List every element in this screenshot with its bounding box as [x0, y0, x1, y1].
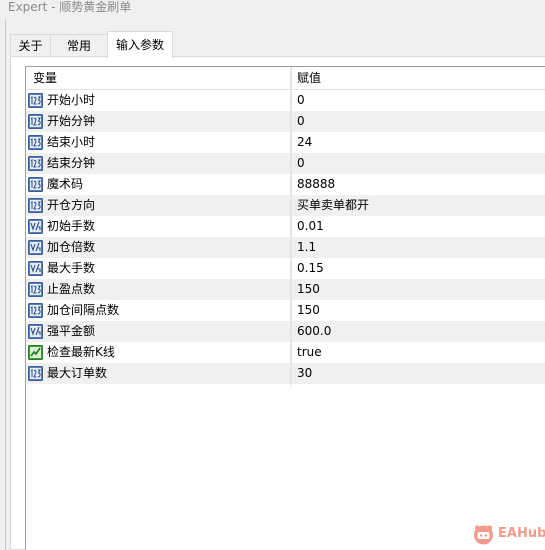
- integer-type-icon: [28, 366, 43, 381]
- double-type-icon: [28, 219, 43, 234]
- table-row[interactable]: 魔术码 88888: [26, 174, 545, 195]
- parameter-name: 加仓倍数: [47, 240, 96, 254]
- tab-common[interactable]: 常用: [50, 34, 108, 56]
- column-divider: [291, 67, 292, 387]
- parameter-name: 最大手数: [47, 261, 96, 275]
- integer-type-icon: [28, 93, 43, 108]
- tab-input-parameters[interactable]: 输入参数: [107, 31, 173, 58]
- table-row[interactable]: 强平金额 600.0: [26, 321, 545, 342]
- parameter-value[interactable]: 24: [291, 132, 545, 153]
- eahub-logo-icon: [474, 525, 493, 545]
- parameter-name-cell: 加仓倍数: [26, 237, 291, 258]
- integer-type-icon: [28, 282, 43, 297]
- parameter-name: 止盈点数: [47, 282, 96, 296]
- parameter-name-cell: 最大手数: [26, 258, 291, 279]
- parameter-name: 结束分钟: [47, 156, 96, 170]
- table-row[interactable]: 检查最新K线 true: [26, 342, 545, 363]
- table-row[interactable]: 加仓间隔点数 150: [26, 300, 545, 321]
- table-row[interactable]: 最大手数 0.15: [26, 258, 545, 279]
- parameter-name: 检查最新K线: [47, 345, 115, 359]
- parameter-name-cell: 强平金额: [26, 321, 291, 342]
- parameter-value[interactable]: 0.01: [291, 216, 545, 237]
- double-type-icon: [28, 261, 43, 276]
- parameter-name-cell: 结束小时: [26, 132, 291, 153]
- parameter-name-cell: 最大订单数: [26, 363, 291, 384]
- table-row[interactable]: 结束分钟 0: [26, 153, 545, 174]
- parameter-value[interactable]: 0: [291, 90, 545, 111]
- parameter-value[interactable]: 1.1: [291, 237, 545, 258]
- parameter-name-cell: 加仓间隔点数: [26, 300, 291, 321]
- table-row[interactable]: 开始分钟 0: [26, 111, 545, 132]
- table-row[interactable]: 最大订单数 30: [26, 363, 545, 384]
- window-frame-edge: [0, 20, 6, 550]
- parameter-name: 初始手数: [47, 219, 96, 233]
- watermark-text: EAHub: [498, 526, 545, 541]
- column-header-variable[interactable]: 变量: [26, 67, 291, 89]
- parameter-value[interactable]: 30: [291, 363, 545, 384]
- parameter-name-cell: 结束分钟: [26, 153, 291, 174]
- parameters-table[interactable]: 变量 赋值 开始小时 0 开始分钟 0 结束小时 24 结束分钟 0 魔术码 88888 开仓方向 买…: [25, 66, 545, 550]
- parameter-name-cell: 魔术码: [26, 174, 291, 195]
- expert-properties-window: Expert - 顺势黄金刷单 关于 常用 输入参数 变量 赋值 开始小时 0 开始…: [0, 0, 545, 550]
- parameter-name-cell: 开始小时: [26, 90, 291, 111]
- parameter-name: 结束小时: [47, 135, 96, 149]
- parameter-name-cell: 开始分钟: [26, 111, 291, 132]
- boolean-type-icon: [28, 345, 43, 360]
- integer-type-icon: [28, 135, 43, 150]
- parameter-name-cell: 止盈点数: [26, 279, 291, 300]
- double-type-icon: [28, 240, 43, 255]
- table-row[interactable]: 开始小时 0: [26, 90, 545, 111]
- parameter-name: 最大订单数: [47, 366, 108, 380]
- double-type-icon: [28, 324, 43, 339]
- parameter-name: 加仓间隔点数: [47, 303, 120, 317]
- parameter-name: 魔术码: [47, 177, 84, 191]
- parameter-value[interactable]: 88888: [291, 174, 545, 195]
- parameter-name: 开仓方向: [47, 198, 96, 212]
- integer-type-icon: [28, 114, 43, 129]
- integer-type-icon: [28, 156, 43, 171]
- parameter-name: 开始分钟: [47, 114, 96, 128]
- integer-type-icon: [28, 198, 43, 213]
- parameter-name: 开始小时: [47, 93, 96, 107]
- input-parameters-panel: 变量 赋值 开始小时 0 开始分钟 0 结束小时 24 结束分钟 0 魔术码 88888 开仓方向 买…: [10, 56, 545, 550]
- table-row[interactable]: 止盈点数 150: [26, 279, 545, 300]
- table-row[interactable]: 开仓方向 买单卖单都开: [26, 195, 545, 216]
- tab-about[interactable]: 关于: [10, 34, 51, 56]
- parameter-value[interactable]: 150: [291, 300, 545, 321]
- window-title: Expert - 顺势黄金刷单: [8, 0, 132, 14]
- parameter-value[interactable]: 买单卖单都开: [291, 195, 545, 216]
- integer-type-icon: [28, 303, 43, 318]
- parameter-name-cell: 开仓方向: [26, 195, 291, 216]
- table-row[interactable]: 初始手数 0.01: [26, 216, 545, 237]
- column-header-value[interactable]: 赋值: [291, 67, 545, 89]
- table-row[interactable]: 加仓倍数 1.1: [26, 237, 545, 258]
- table-header: 变量 赋值: [26, 67, 545, 90]
- parameter-name-cell: 初始手数: [26, 216, 291, 237]
- parameter-value[interactable]: 0.15: [291, 258, 545, 279]
- parameter-value[interactable]: 600.0: [291, 321, 545, 342]
- parameter-value[interactable]: true: [291, 342, 545, 363]
- integer-type-icon: [28, 177, 43, 192]
- parameter-value[interactable]: 150: [291, 279, 545, 300]
- parameter-name: 强平金额: [47, 324, 96, 338]
- parameter-value[interactable]: 0: [291, 153, 545, 174]
- table-row[interactable]: 结束小时 24: [26, 132, 545, 153]
- parameter-name-cell: 检查最新K线: [26, 342, 291, 363]
- parameter-value[interactable]: 0: [291, 111, 545, 132]
